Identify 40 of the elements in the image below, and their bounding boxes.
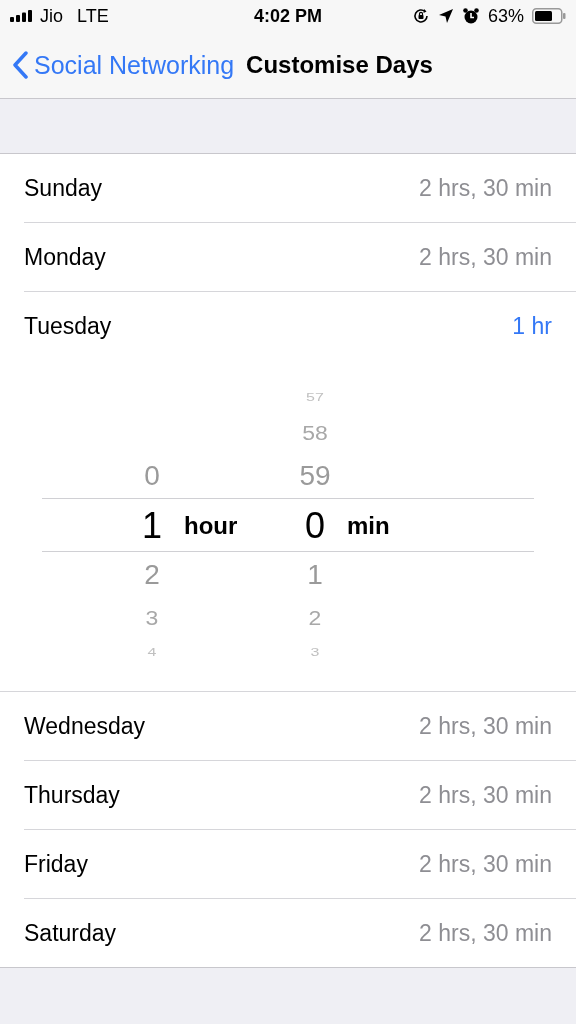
- battery-icon: [532, 8, 566, 24]
- day-label[interactable]: Sunday: [24, 174, 102, 202]
- picker-unit: hour: [184, 511, 238, 540]
- picker-option[interactable]: 1: [285, 559, 345, 591]
- picker-option[interactable]: 2: [285, 606, 345, 630]
- rotation-lock-icon: [411, 7, 430, 25]
- picker-selected-value[interactable]: 1: [122, 504, 182, 547]
- alarm-icon: [461, 7, 480, 25]
- picker-option[interactable]: 2: [122, 559, 182, 591]
- time-limit-value[interactable]: 2 hrs, 30 min: [419, 781, 552, 809]
- day-label[interactable]: Friday: [24, 850, 88, 878]
- time-limit-value[interactable]: 1 hr: [512, 312, 552, 340]
- picker-option[interactable]: 3: [285, 647, 345, 659]
- picker-option[interactable]: 58: [285, 421, 345, 445]
- day-label[interactable]: Tuesday: [24, 312, 112, 340]
- chevron-left-icon: [12, 51, 28, 79]
- time-limit-value[interactable]: 2 hrs, 30 min: [419, 712, 552, 740]
- carrier-label: Jio: [40, 5, 63, 27]
- signal-icon: [10, 10, 34, 22]
- battery-percentage: 63%: [487, 5, 524, 27]
- page-title: Customise Days: [246, 51, 433, 79]
- time-limit-value[interactable]: 2 hrs, 30 min: [419, 243, 552, 271]
- back-link[interactable]: Social Networking: [12, 50, 235, 80]
- day-label[interactable]: Saturday: [24, 919, 117, 947]
- picker-selected-value[interactable]: 0: [285, 504, 345, 547]
- picker-option[interactable]: 59: [285, 460, 345, 492]
- picker-unit: min: [347, 511, 390, 540]
- location-icon: [437, 8, 454, 24]
- day-label[interactable]: Thursday: [24, 781, 120, 809]
- day-label[interactable]: Monday: [24, 243, 106, 271]
- network-label: LTE: [77, 5, 109, 27]
- time-limit-value[interactable]: 2 hrs, 30 min: [419, 850, 552, 878]
- time-limit-value[interactable]: 2 hrs, 30 min: [419, 919, 552, 947]
- day-label[interactable]: Wednesday: [24, 712, 146, 740]
- clock: 4:02 PM: [254, 5, 322, 27]
- picker-option[interactable]: 4: [122, 647, 182, 659]
- time-limit-value[interactable]: 2 hrs, 30 min: [419, 174, 552, 202]
- picker-option[interactable]: 0: [122, 460, 182, 492]
- picker-option[interactable]: 57: [285, 392, 345, 404]
- picker-option[interactable]: 3: [122, 606, 182, 630]
